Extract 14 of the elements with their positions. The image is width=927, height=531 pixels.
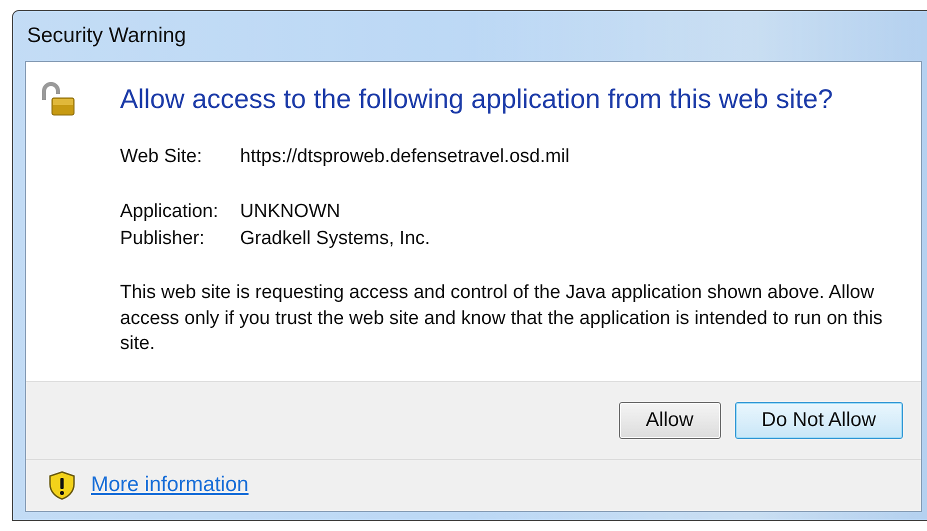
- default-button[interactable]: Do Not Allow: [734, 402, 903, 438]
- detail-label: Publisher:: [120, 227, 206, 251]
- more-information-link[interactable]: More information: [91, 473, 249, 498]
- dialog-heading: Allow access to the following application from this web site?: [120, 84, 834, 115]
- action-button[interactable]: Allow: [618, 402, 720, 438]
- detail-value: Gradkell Systems, Inc.: [240, 227, 430, 251]
- padlock-icon: [40, 82, 76, 116]
- detail-label: Web Site:: [120, 145, 204, 169]
- detail-label: Application:: [120, 200, 220, 224]
- detail-value: UNKNOWN: [240, 200, 340, 224]
- detail-value: https://dtsproweb.defensetravel.osd.mil: [240, 145, 570, 169]
- warning-shield-icon: [47, 470, 77, 500]
- warning-message: This web site is requesting access and control of the Java application shown above. Allow access only if you trust the web site and know that the application is intended to run on this site.: [120, 281, 884, 356]
- window-title: Security Warning: [26, 23, 188, 49]
